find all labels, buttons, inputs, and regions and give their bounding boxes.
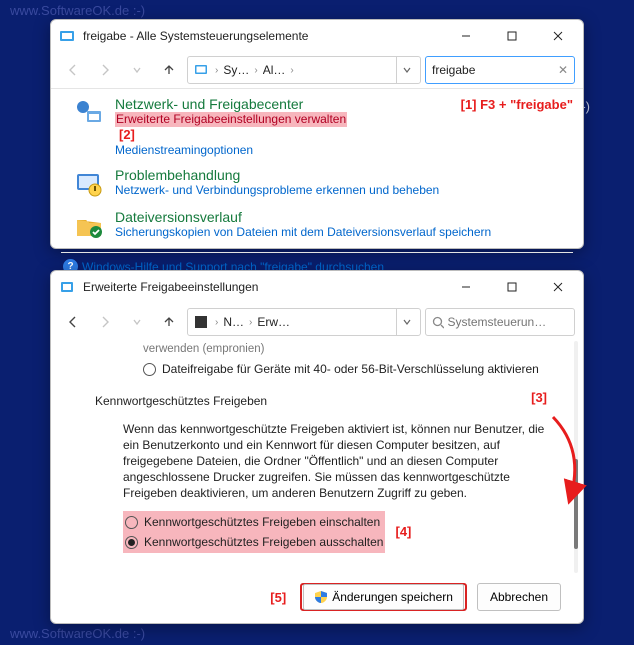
window-title: freigabe - Alle Systemsteuerungselemente (83, 29, 443, 43)
save-changes-button-highlight: Änderungen speichern (300, 583, 467, 611)
radio-label: Kennwortgeschütztes Freigeben ausschalte… (144, 534, 383, 550)
minimize-button[interactable] (443, 20, 489, 52)
address-bar[interactable]: › N… › Erw… (187, 308, 421, 336)
watermark: www.SoftwareOK.de :-) (10, 3, 145, 18)
annotation-marker-5: [5] (270, 590, 286, 605)
search-input[interactable] (448, 315, 568, 329)
radio-icon (143, 363, 156, 376)
radio-icon (125, 536, 138, 549)
nav-up-button[interactable] (155, 308, 183, 336)
breadcrumb-segment[interactable]: N… (223, 315, 244, 329)
search-icon (432, 316, 444, 329)
watermark: www.SoftwareOK.de :-) (10, 626, 145, 641)
settings-body: Wenn das kennwortgeschützte Freigeben ak… (95, 421, 547, 553)
advanced-sharing-settings-window: Erweiterte Freigabeeinstellungen › N… › … (50, 270, 584, 624)
vertical-scrollbar[interactable] (571, 341, 581, 573)
titlebar: freigabe - Alle Systemsteuerungselemente (51, 20, 583, 52)
truncated-text: verwenden (empronien) (95, 341, 547, 359)
nav-recent-button[interactable] (123, 308, 151, 336)
minimize-button[interactable] (443, 271, 489, 303)
nav-forward-button[interactable] (91, 308, 119, 336)
radio-password-protect-off[interactable]: Kennwortgeschütztes Freigeben ausschalte… (125, 532, 383, 552)
result-link[interactable]: Medienstreamingoptionen (115, 143, 347, 158)
nav-back-button[interactable] (59, 56, 87, 84)
search-result: Netzwerk- und Freigabecenter Erweiterte … (61, 95, 573, 166)
search-box[interactable] (425, 308, 575, 336)
file-history-icon (73, 210, 105, 242)
chevron-right-icon: › (287, 65, 296, 76)
breadcrumb-icon (192, 313, 210, 331)
chevron-right-icon: › (246, 317, 255, 328)
titlebar: Erweiterte Freigabeeinstellungen (51, 271, 583, 303)
nav-forward-button[interactable] (91, 56, 119, 84)
address-bar[interactable]: › Sy… › Al… › (187, 56, 421, 84)
nav-back-button[interactable] (59, 308, 87, 336)
cancel-button[interactable]: Abbrechen (477, 583, 561, 611)
annotation-marker-2: [2] (119, 127, 135, 142)
navbar: › N… › Erw… (51, 303, 583, 341)
result-link[interactable]: Netzwerk- und Verbindungsprobleme erkenn… (115, 183, 439, 198)
cancel-button-label: Abbrechen (490, 590, 548, 604)
save-changes-button[interactable]: Änderungen speichern (303, 584, 464, 610)
annotation-marker-1: [1] F3 + "freigabe" (461, 97, 573, 112)
button-bar: [5] Änderungen speichern Abbrechen (51, 573, 583, 623)
close-button[interactable] (535, 20, 581, 52)
chevron-right-icon: › (212, 317, 221, 328)
maximize-button[interactable] (489, 20, 535, 52)
radio-40-56-bit-encryption[interactable]: Dateifreigabe für Geräte mit 40- oder 56… (95, 359, 547, 379)
radio-password-protect-on[interactable]: Kennwortgeschütztes Freigeben einschalte… (125, 512, 383, 532)
result-title[interactable]: Dateiversionsverlauf (115, 210, 491, 225)
breadcrumb-segment[interactable]: Sy… (223, 63, 249, 77)
result-link-highlighted[interactable]: Erweiterte Freigabeeinstellungen verwalt… (115, 112, 347, 127)
result-title[interactable]: Netzwerk- und Freigabecenter (115, 97, 347, 112)
navbar: › Sy… › Al… › ✕ (51, 52, 583, 89)
breadcrumb-segment[interactable]: Erw… (257, 315, 290, 329)
settings-content: verwenden (empronien) Dateifreigabe für … (51, 341, 583, 573)
window-title: Erweiterte Freigabeeinstellungen (83, 280, 443, 294)
control-panel-search-window: freigabe - Alle Systemsteuerungselemente… (50, 19, 584, 249)
sharing-icon (59, 279, 75, 295)
section-title: Kennwortgeschütztes Freigeben (95, 379, 531, 417)
breadcrumb-segment[interactable]: Al… (263, 63, 286, 77)
result-link[interactable]: Sicherungskopien von Dateien mit dem Dat… (115, 225, 491, 240)
result-title[interactable]: Problembehandlung (115, 168, 439, 183)
close-button[interactable] (535, 271, 581, 303)
annotation-marker-4: [4] (395, 524, 411, 540)
radio-label: Kennwortgeschütztes Freigeben einschalte… (144, 514, 380, 530)
nav-recent-button[interactable] (123, 56, 151, 84)
search-result: Problembehandlung Netzwerk- und Verbindu… (61, 166, 573, 208)
control-panel-bc-icon (192, 61, 210, 79)
troubleshoot-icon (73, 168, 105, 200)
dropdown-icon[interactable] (396, 309, 416, 335)
highlighted-radio-group: Kennwortgeschütztes Freigeben einschalte… (123, 511, 385, 553)
clear-search-icon[interactable]: ✕ (558, 63, 568, 77)
description-text: Wenn das kennwortgeschützte Freigeben ak… (123, 421, 547, 501)
search-input[interactable] (432, 63, 554, 77)
dropdown-icon[interactable] (396, 57, 416, 83)
network-center-icon (73, 97, 105, 129)
radio-icon (125, 516, 138, 529)
maximize-button[interactable] (489, 271, 535, 303)
control-panel-icon (59, 28, 75, 44)
nav-up-button[interactable] (155, 56, 183, 84)
uac-shield-icon (314, 590, 328, 604)
annotation-marker-3: [3] (531, 390, 547, 406)
radio-label: Dateifreigabe für Geräte mit 40- oder 56… (162, 361, 539, 377)
search-box[interactable]: ✕ (425, 56, 575, 84)
chevron-right-icon: › (212, 65, 221, 76)
search-results: Netzwerk- und Freigabecenter Erweiterte … (51, 89, 583, 284)
save-button-label: Änderungen speichern (332, 590, 453, 604)
search-result: Dateiversionsverlauf Sicherungskopien vo… (61, 208, 573, 250)
chevron-right-icon: › (251, 65, 260, 76)
